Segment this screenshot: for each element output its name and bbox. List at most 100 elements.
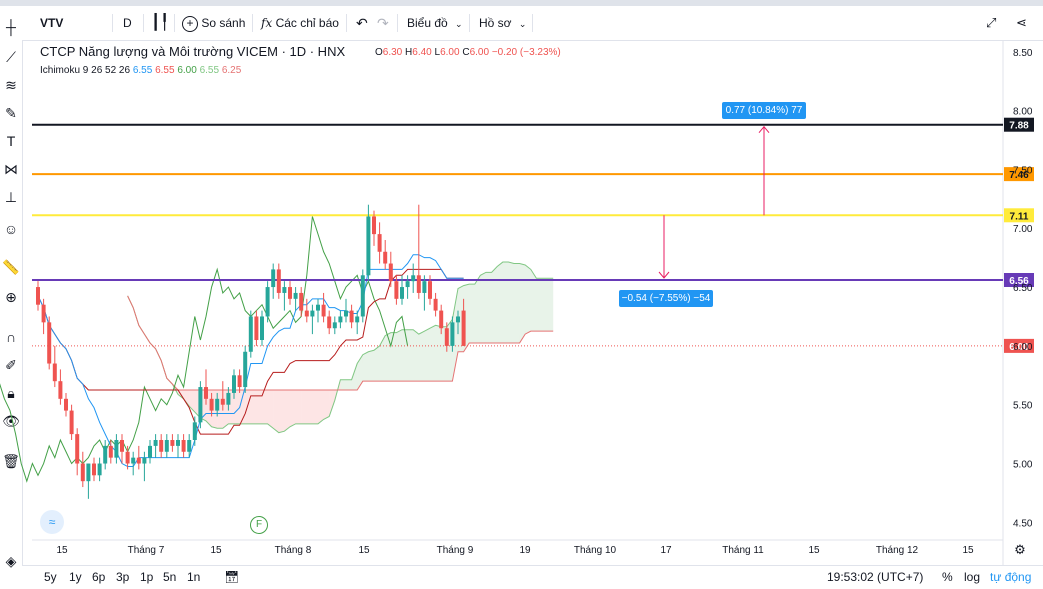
candle-body	[58, 381, 63, 399]
time-axis-label: 15	[808, 545, 820, 556]
candle-body	[204, 387, 208, 399]
goto-date-icon[interactable]: 📅︎	[224, 570, 239, 584]
kumo-cloud-segment	[250, 390, 257, 424]
time-axis-label: Tháng 8	[275, 545, 312, 556]
candle-body	[338, 316, 343, 323]
candle-body	[97, 463, 102, 476]
candle-body	[243, 351, 248, 388]
candle-body	[181, 440, 186, 452]
kumo-cloud-segment	[508, 262, 514, 343]
candle-body	[327, 316, 332, 329]
candle-body	[215, 398, 220, 411]
candle-body	[142, 457, 147, 464]
kumo-cloud-segment	[497, 262, 503, 343]
percent-toggle[interactable]: %	[942, 570, 953, 584]
candle-body	[394, 281, 399, 299]
kumo-cloud-segment	[295, 390, 302, 424]
kumo-cloud-segment	[301, 390, 307, 424]
close-value: 6.00	[469, 47, 490, 58]
candle-body	[349, 310, 354, 323]
range-5y[interactable]: 5y	[44, 570, 57, 584]
settings-gear-icon[interactable]: ⚙	[1014, 542, 1026, 557]
candle-body	[450, 322, 455, 346]
change-value: −0.20 (−3.23%)	[491, 47, 561, 58]
log-toggle[interactable]: log	[964, 570, 980, 584]
kumo-cloud-segment	[480, 272, 486, 343]
range-5n[interactable]: 5n	[163, 570, 176, 584]
low-value: 6.00	[440, 47, 460, 58]
candle-body	[198, 387, 203, 423]
range-3p[interactable]: 3p	[116, 570, 129, 584]
candle-body	[36, 287, 40, 305]
kumo-cloud-segment	[542, 278, 548, 332]
candle-body	[254, 316, 259, 340]
candle-body	[428, 281, 432, 299]
kumo-cloud-segment	[284, 390, 290, 432]
candle-body	[456, 316, 460, 323]
candle-body	[192, 422, 197, 440]
kumo-cloud-segment	[514, 263, 520, 343]
high-value: 6.40	[412, 47, 432, 58]
price-axis-tick: 8.00	[1013, 107, 1033, 118]
candle-body	[47, 322, 52, 364]
price-axis-tick: 5.50	[1013, 401, 1033, 412]
candle-body	[405, 281, 410, 288]
chart-canvas[interactable]: 7.887.467.116.566.004.505.005.506.006.50…	[0, 0, 1043, 588]
range-1y[interactable]: 1y	[69, 570, 82, 584]
auto-toggle[interactable]: tự động	[990, 570, 1031, 584]
indicator-name: Ichimoku 9 26 52 26	[40, 65, 131, 76]
bottom-bar: 5y 1y 6p 3p 1p 5n 1n 📅︎ 19:53:02 (UTC+7)…	[22, 565, 1043, 589]
kumo-cloud-segment	[385, 332, 391, 382]
kumo-cloud-segment	[379, 335, 386, 382]
candle-body	[69, 410, 74, 435]
time-axis-label: Tháng 7	[128, 545, 165, 556]
candle-body	[209, 398, 214, 411]
time-axis-label: Tháng 12	[876, 545, 919, 556]
candle-body	[411, 275, 416, 282]
kumo-cloud-segment	[435, 325, 442, 382]
time-axis-label: 17	[660, 545, 672, 556]
candle-body	[310, 310, 315, 317]
kumo-cloud-segment	[278, 390, 285, 433]
time-axis-label: 19	[519, 545, 531, 556]
indicator-legend[interactable]: Ichimoku 9 26 52 26 6.55 6.55 6.00 6.55 …	[40, 65, 241, 76]
candle-body	[92, 463, 96, 476]
kumo-cloud-segment	[402, 329, 408, 382]
kumo-cloud-segment	[424, 328, 430, 382]
candle-body	[64, 398, 68, 411]
candle-body	[299, 292, 304, 311]
candle-body	[176, 440, 180, 446]
event-marker-f[interactable]: F	[250, 516, 268, 534]
kumo-cloud-segment	[374, 345, 380, 382]
kumo-cloud-segment	[290, 390, 296, 427]
candle-body	[86, 463, 91, 482]
range-1p[interactable]: 1p	[140, 570, 153, 584]
price-axis-tick: 4.50	[1013, 518, 1033, 529]
candle-body	[355, 316, 360, 323]
candle-body	[271, 269, 276, 288]
measure-down-label[interactable]: −0.54 (−7.55%) −54	[619, 290, 713, 307]
candle-body	[187, 440, 192, 452]
kumo-cloud-segment	[273, 390, 279, 433]
candle-body	[41, 304, 46, 323]
measure-up-label[interactable]: 0.77 (10.84%) 77	[722, 102, 806, 119]
kumo-cloud-segment	[346, 379, 352, 390]
ind-value-conversion: 6.55	[132, 65, 153, 76]
kumo-cloud-segment	[368, 350, 374, 382]
range-6p[interactable]: 6p	[92, 570, 105, 584]
candle-body	[52, 363, 57, 382]
time-axis-label: 15	[56, 545, 68, 556]
candle-body	[372, 216, 376, 235]
kumo-cloud-segment	[469, 284, 475, 343]
range-1n[interactable]: 1n	[187, 570, 200, 584]
candle-body	[260, 316, 264, 340]
candle-body	[383, 251, 388, 264]
candle-body	[377, 234, 382, 252]
candle-body	[416, 275, 421, 293]
clock-time[interactable]: 19:53:02 (UTC+7)	[827, 570, 923, 584]
kumo-cloud-segment	[245, 390, 251, 424]
kumo-cloud-segment	[519, 263, 526, 343]
candle-body	[226, 392, 231, 405]
candle-body	[131, 457, 136, 464]
candle-body	[366, 216, 371, 276]
